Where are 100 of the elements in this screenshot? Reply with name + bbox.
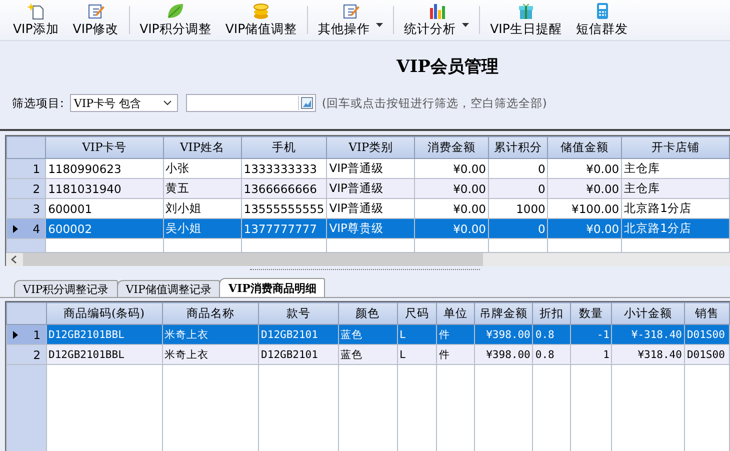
- table-cell: L: [397, 344, 437, 364]
- column-header[interactable]: 单位: [436, 302, 474, 324]
- column-header[interactable]: 颜色: [338, 302, 398, 324]
- column-header[interactable]: 储值金额: [548, 136, 622, 158]
- row-number: 2: [33, 348, 41, 362]
- column-header[interactable]: 手机: [241, 136, 327, 158]
- coins-icon: [252, 2, 270, 20]
- table-cell: 小张: [163, 158, 242, 178]
- filter-hint: (回车或点击按钮进行筛选，空白筛选全部): [322, 96, 547, 110]
- bar-chart-icon: [428, 2, 446, 20]
- table-cell: 0.8: [532, 324, 570, 344]
- table-cell: D01S00: [684, 344, 730, 364]
- table-cell: 1366666666: [241, 178, 327, 198]
- table-cell: 黄五: [163, 178, 242, 198]
- column-header[interactable]: 款号: [258, 302, 338, 324]
- table-cell: 0: [488, 178, 548, 198]
- toolbar-button[interactable]: VIP修改: [66, 0, 126, 40]
- current-row-pointer-icon: [13, 224, 18, 232]
- table-cell: ¥318.40: [612, 344, 684, 364]
- filter-input-field[interactable]: [186, 94, 316, 112]
- column-header[interactable]: 商品名称: [162, 302, 259, 324]
- dropdown-caret-icon: [376, 22, 384, 26]
- table-cell: 0: [488, 158, 548, 178]
- table-cell: 1333333333: [241, 158, 327, 178]
- row-number: 2: [32, 182, 40, 196]
- toolbar-button[interactable]: VIP储值调整: [218, 0, 304, 40]
- table-cell: D12GB2101BBL: [46, 344, 162, 364]
- column-header[interactable]: 数量: [570, 302, 612, 324]
- current-row-pointer-icon: [13, 330, 18, 338]
- column-header[interactable]: VIP类别: [326, 136, 415, 158]
- table-cell: ¥0.00: [414, 218, 488, 238]
- dropdown-caret-icon: [462, 22, 470, 26]
- table-cell: -1: [570, 324, 612, 344]
- toolbar-button[interactable]: 其他操作: [311, 0, 390, 40]
- column-header[interactable]: VIP卡号: [46, 136, 164, 158]
- table-cell: 吴小姐: [163, 218, 242, 238]
- table-cell: 米奇上衣: [162, 324, 259, 344]
- row-number: 1: [33, 328, 41, 342]
- tab[interactable]: VIP消费商品明细: [219, 278, 326, 297]
- table-cell: 件: [436, 324, 474, 344]
- table-cell: ¥-318.40: [612, 324, 684, 344]
- table-cell: 主仓库: [622, 158, 730, 178]
- column-header[interactable]: 消费金额: [414, 136, 488, 158]
- table-cell: ¥100.00: [548, 198, 622, 218]
- table-cell: 刘小姐: [163, 198, 242, 218]
- table-cell: ¥0.00: [414, 158, 488, 178]
- table-cell: 米奇上衣: [162, 344, 259, 364]
- tab[interactable]: VIP积分调整记录: [14, 280, 118, 297]
- table-cell: 13555555555: [241, 198, 327, 218]
- row-number: 4: [32, 222, 40, 236]
- table-cell: ¥0.00: [414, 178, 488, 198]
- column-header[interactable]: 开卡店铺: [622, 136, 730, 158]
- table-cell: 600001: [46, 198, 164, 218]
- gift-icon: [517, 2, 536, 20]
- filter-button[interactable]: [298, 96, 315, 110]
- toolbar-button[interactable]: VIP添加: [6, 0, 66, 40]
- table-cell: 蓝色: [338, 324, 398, 344]
- table-cell: ¥0.00: [548, 218, 622, 238]
- column-header[interactable]: 小计金额: [612, 302, 684, 324]
- table-cell: D12GB2101: [258, 324, 338, 344]
- column-header[interactable]: 累计积分: [488, 136, 548, 158]
- table-cell: VIP尊贵级: [326, 218, 415, 238]
- column-header[interactable]: 商品编码(条码): [46, 302, 162, 324]
- toolbar-button[interactable]: VIP生日提醒: [483, 0, 569, 40]
- table-cell: 0: [488, 218, 548, 238]
- table-cell: ¥0.00: [548, 158, 622, 178]
- table-cell: 北京路1分店: [622, 218, 730, 238]
- table-cell: D12GB2101: [258, 344, 338, 364]
- table-cell: ¥398.00: [474, 344, 533, 364]
- table-cell: 主仓库: [622, 178, 730, 198]
- toolbar-button[interactable]: 统计分析: [397, 0, 476, 40]
- filter-field-select[interactable]: VIP卡号 包含: [70, 94, 178, 112]
- horizontal-scrollbar[interactable]: [6, 253, 730, 266]
- table-cell: ¥0.00: [548, 178, 622, 198]
- table-cell: VIP普通级: [326, 158, 415, 178]
- table-cell: D12GB2101BBL: [46, 324, 162, 344]
- page-title: VIP会员管理: [395, 56, 500, 78]
- table-cell: 蓝色: [338, 344, 398, 364]
- table-cell: 1000: [488, 198, 548, 218]
- column-header[interactable]: 吊牌金额: [474, 302, 533, 324]
- new-document-icon: [26, 2, 45, 20]
- table-cell: 0.8: [532, 344, 570, 364]
- column-header[interactable]: 折扣: [532, 302, 570, 324]
- toolbar-button[interactable]: VIP积分调整: [132, 0, 218, 40]
- table-cell: D01S00: [684, 324, 730, 344]
- table-cell: 600002: [46, 218, 164, 238]
- column-header[interactable]: 销售: [684, 302, 730, 324]
- table-cell: 1180990623: [46, 158, 164, 178]
- table-cell: 1181031940: [46, 178, 164, 198]
- column-header[interactable]: 尺码: [397, 302, 437, 324]
- table-cell: ¥398.00: [474, 324, 533, 344]
- picture-icon: [300, 97, 313, 109]
- table-cell: 1377777777: [241, 218, 327, 238]
- leaf-icon: [166, 2, 184, 20]
- scroll-left-icon: [11, 255, 17, 264]
- table-cell: 北京路1分店: [622, 198, 730, 218]
- chevron-down-icon: [162, 100, 172, 106]
- column-header[interactable]: VIP姓名: [163, 136, 242, 158]
- toolbar-button[interactable]: 短信群发: [568, 0, 635, 40]
- tab[interactable]: VIP储值调整记录: [116, 280, 220, 297]
